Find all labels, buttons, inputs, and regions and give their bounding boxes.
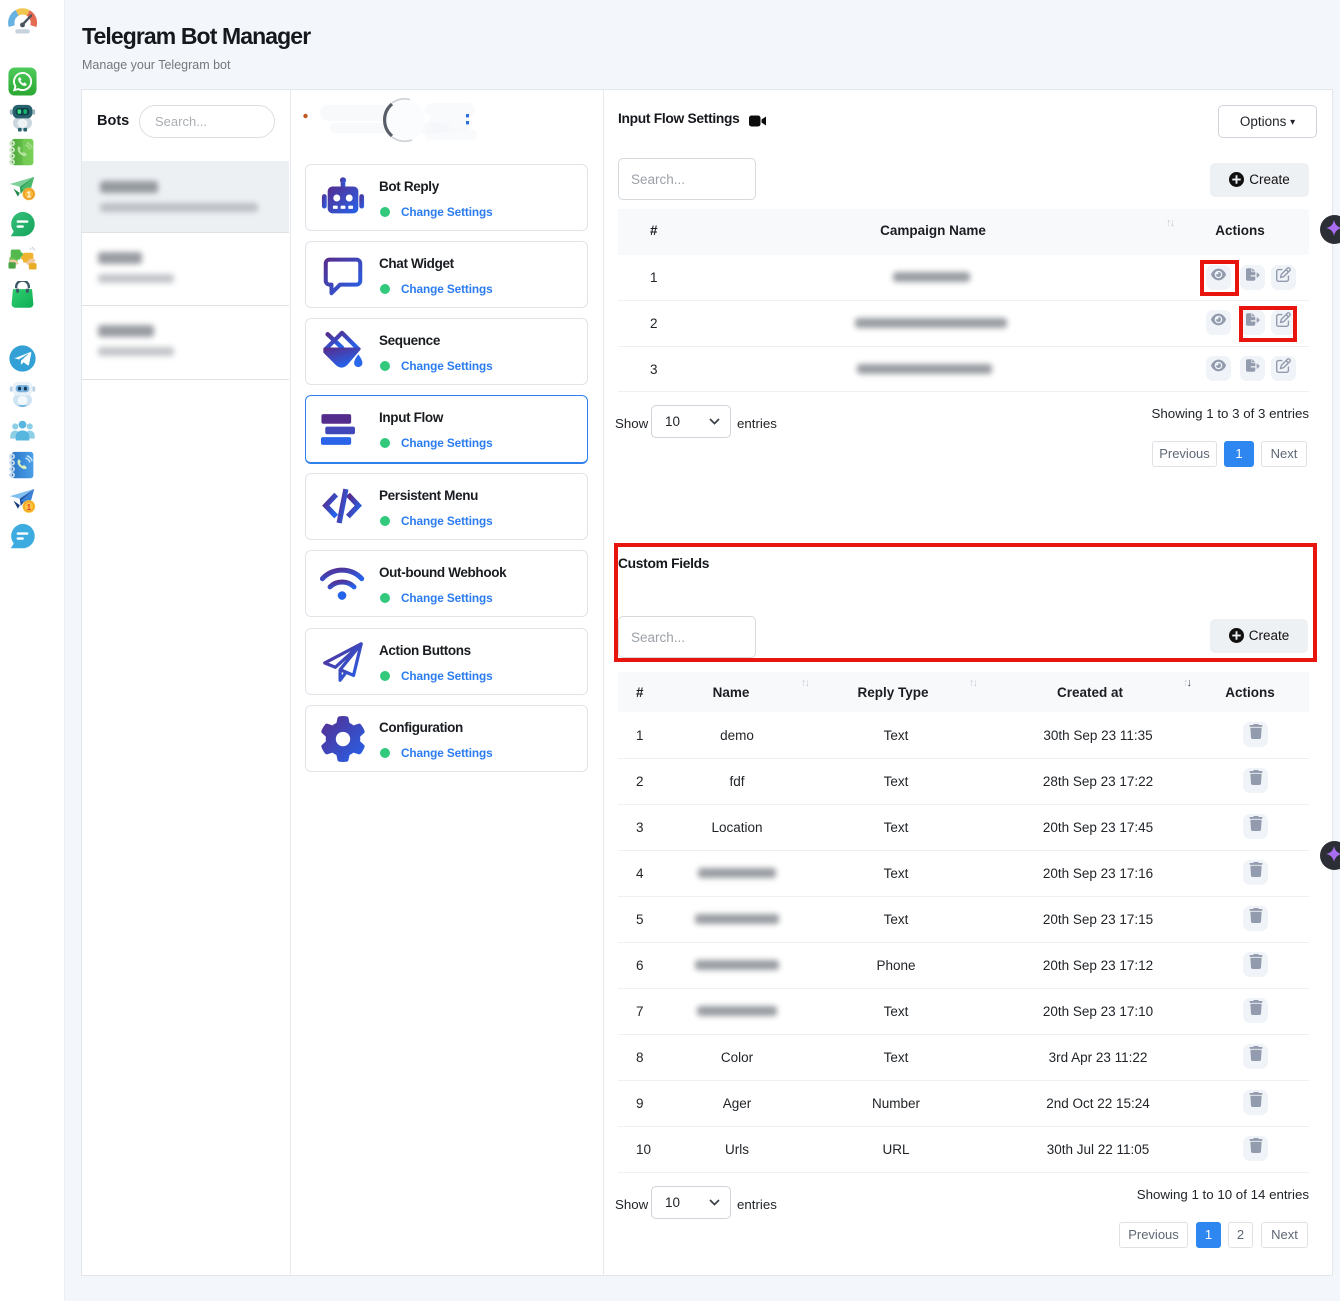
svg-text:1: 1 (27, 503, 32, 512)
svg-text:1: 1 (27, 191, 32, 200)
